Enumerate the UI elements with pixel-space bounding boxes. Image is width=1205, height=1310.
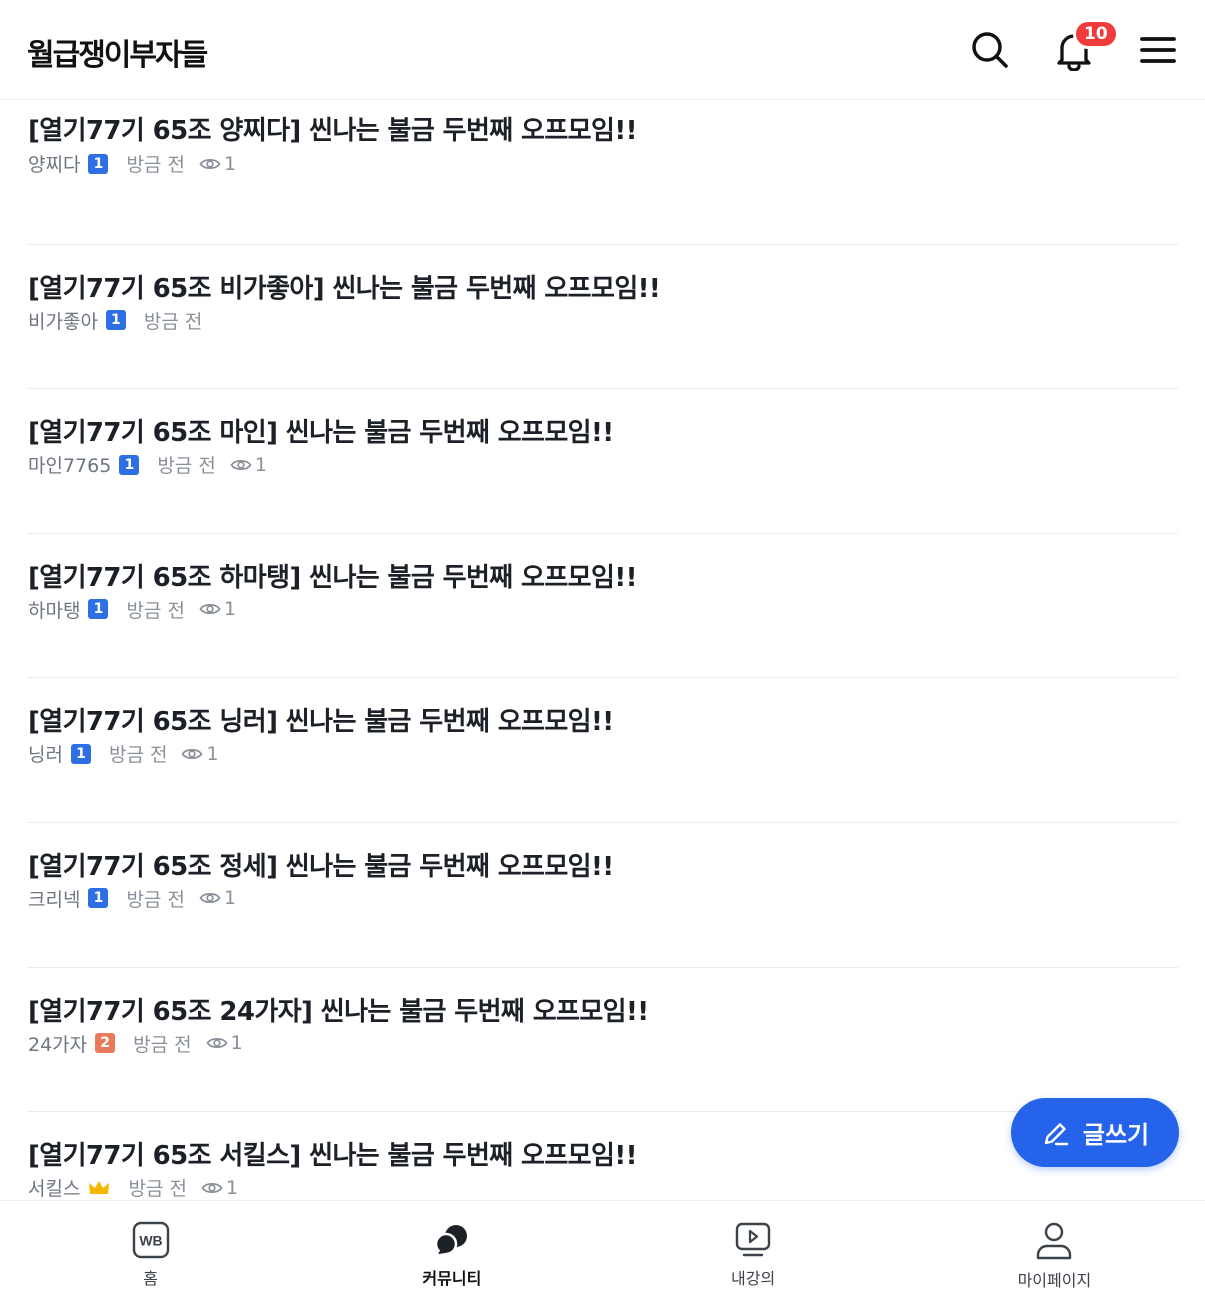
nav-home-label: 홈: [143, 1269, 158, 1288]
nav-home[interactable]: WB 홈: [0, 1201, 301, 1310]
write-post-label: 글쓰기: [1082, 1121, 1150, 1149]
pencil-icon: [1044, 1122, 1069, 1145]
hamburger-menu-icon[interactable]: [1134, 26, 1182, 74]
nav-community[interactable]: 커뮤니티: [301, 1201, 602, 1310]
post-view-count: 1: [223, 152, 237, 175]
post-item-content: [열기77기 65조 하마탱] 씬나는 불금 두번째 오프모임!! 하마탱 1 방금 …: [28, 534, 1178, 679]
post-view-count: 1: [254, 453, 267, 476]
post-item-content: [열기77기 65조 정세] 씬나는 불금 두번째 오프모임!! 크리넥 1 방금 전…: [28, 823, 1178, 968]
post-item[interactable]: [열기77기 65조 양찌다] 씬나는 불금 두번째 오프모임!! 양찌다 1 방금 …: [0, 100, 1205, 245]
post-meta: 서킬스 방금 전 1: [28, 1174, 238, 1200]
post-author[interactable]: 닝러: [28, 740, 63, 767]
post-meta: 마인7765 1 방금 전 1: [28, 451, 267, 478]
post-view-count: 1: [223, 598, 237, 621]
post-views: 1: [206, 1032, 243, 1054]
post-author[interactable]: 24가자: [28, 1030, 87, 1057]
nav-my-page[interactable]: 마이페이지: [904, 1201, 1205, 1310]
post-view-count: 1: [223, 887, 237, 910]
eye-icon: [206, 1038, 228, 1049]
post-time: 방금 전: [143, 310, 203, 333]
wb-home-icon: WB: [132, 1221, 169, 1259]
post-title[interactable]: [열기77기 65조 비가좋아] 씬나는 불금 두번째 오프모임!!: [28, 268, 661, 305]
post-author[interactable]: 하마탱: [28, 596, 80, 623]
notification-count-badge: 10: [1073, 19, 1119, 49]
post-item[interactable]: [열기77기 65조 닝러] 씬나는 불금 두번째 오프모임!! 닝러 1 방금 전 1: [0, 678, 1205, 823]
svg-text:WB: WB: [139, 1233, 162, 1249]
post-time: 방금 전: [126, 599, 185, 622]
post-item-content: [열기77기 65조 닝러] 씬나는 불금 두번째 오프모임!! 닝러 1 방금 전 1: [28, 678, 1178, 823]
crown-icon: [88, 1179, 110, 1197]
post-meta: 하마탱 1 방금 전 1: [28, 596, 236, 623]
post-views: 1: [201, 1177, 238, 1199]
post-author[interactable]: 크리넥: [28, 885, 80, 912]
post-title[interactable]: [열기77기 65조 서킬스] 씬나는 불금 두번째 오프모임!!: [28, 1135, 637, 1172]
eye-icon: [181, 748, 203, 759]
post-views: 1: [199, 887, 236, 909]
post-author[interactable]: 서킬스: [28, 1174, 80, 1200]
post-meta: 크리넥 1 방금 전 1: [28, 885, 236, 912]
post-meta: 24가자 2 방금 전 1: [28, 1030, 243, 1057]
post-item[interactable]: [열기77기 65조 마인] 씬나는 불금 두번째 오프모임!! 마인7765 1 방…: [0, 389, 1205, 534]
write-post-button[interactable]: 글쓰기: [1011, 1098, 1179, 1167]
post-view-count: 1: [206, 742, 219, 765]
post-title[interactable]: [열기77기 65조 마인] 씬나는 불금 두번째 오프모임!!: [28, 412, 614, 449]
eye-icon: [199, 604, 221, 615]
post-meta: 닝러 1 방금 전 1: [28, 740, 219, 767]
post-item[interactable]: [열기77기 65조 24가자] 씬나는 불금 두번째 오프모임!! 24가자 2 방…: [0, 968, 1205, 1113]
post-title[interactable]: [열기77기 65조 닝러] 씬나는 불금 두번째 오프모임!!: [28, 701, 614, 738]
community-icon: [434, 1225, 467, 1256]
post-views: 1: [181, 742, 219, 765]
eye-icon: [230, 459, 252, 470]
post-time: 방금 전: [128, 1178, 187, 1200]
post-time: 방금 전: [133, 1033, 192, 1056]
post-item-content: [열기77기 65조 24가자] 씬나는 불금 두번째 오프모임!! 24가자 2 방…: [28, 968, 1178, 1113]
level-badge: 1: [88, 599, 109, 620]
app-logo[interactable]: 월급쟁이부자들: [27, 30, 208, 74]
post-title[interactable]: [열기77기 65조 양찌다] 씬나는 불금 두번째 오프모임!!: [28, 110, 637, 147]
nav-my-page-label: 마이페이지: [1017, 1271, 1092, 1290]
post-item[interactable]: [열기77기 65조 하마탱] 씬나는 불금 두번째 오프모임!! 하마탱 1 방금 …: [0, 534, 1205, 679]
my-page-icon: [1037, 1222, 1072, 1260]
eye-icon: [201, 1182, 223, 1193]
post-title[interactable]: [열기77기 65조 하마탱] 씬나는 불금 두번째 오프모임!!: [28, 557, 637, 594]
post-meta: 비가좋아 1 방금 전: [28, 307, 202, 334]
post-author[interactable]: 마인7765: [28, 451, 111, 478]
eye-icon: [199, 893, 221, 904]
level-badge: 2: [95, 1033, 116, 1054]
nav-my-lecture-label: 내강의: [731, 1269, 776, 1288]
post-item[interactable]: [열기77기 65조 정세] 씬나는 불금 두번째 오프모임!! 크리넥 1 방금 전…: [0, 823, 1205, 968]
post-time: 방금 전: [157, 455, 216, 478]
post-feed: [열기77기 65조 양찌다] 씬나는 불금 두번째 오프모임!! 양찌다 1 방금 …: [0, 100, 1205, 1200]
post-title[interactable]: [열기77기 65조 24가자] 씬나는 불금 두번째 오프모임!!: [28, 991, 649, 1028]
post-title[interactable]: [열기77기 65조 정세] 씬나는 불금 두번째 오프모임!!: [28, 846, 614, 883]
bottom-navigation: WB 홈 커뮤니티 내강의 마이페이지: [0, 1200, 1205, 1310]
post-time: 방금 전: [108, 744, 168, 767]
post-views: 1: [230, 454, 267, 476]
post-item-content: [열기77기 65조 서킬스] 씬나는 불금 두번째 오프모임!! 서킬스 방금 전…: [28, 1112, 1178, 1200]
nav-my-lecture[interactable]: 내강의: [603, 1201, 904, 1310]
post-view-count: 1: [230, 1032, 243, 1055]
post-time: 방금 전: [126, 154, 185, 176]
level-badge: 1: [70, 743, 91, 764]
post-item-content: [열기77기 65조 비가좋아] 씬나는 불금 두번째 오프모임!! 비가좋아 1 방…: [28, 245, 1178, 390]
my-lecture-icon: [735, 1222, 771, 1257]
post-item[interactable]: [열기77기 65조 비가좋아] 씬나는 불금 두번째 오프모임!! 비가좋아 1 방…: [0, 245, 1205, 390]
level-badge: 1: [88, 888, 109, 909]
post-author[interactable]: 양찌다: [28, 150, 80, 177]
search-icon[interactable]: [966, 26, 1014, 74]
post-author[interactable]: 비가좋아: [28, 307, 98, 334]
post-view-count: 1: [225, 1176, 239, 1199]
post-views: 1: [199, 598, 236, 620]
level-badge: 1: [105, 310, 126, 331]
post-item-content: [열기77기 65조 양찌다] 씬나는 불금 두번째 오프모임!! 양찌다 1 방금 …: [28, 100, 1178, 245]
post-meta: 양찌다 1 방금 전 1: [28, 150, 236, 177]
nav-community-label: 커뮤니티: [422, 1269, 482, 1288]
top-header: 월급쟁이부자들 10: [0, 0, 1205, 100]
post-item-content: [열기77기 65조 마인] 씬나는 불금 두번째 오프모임!! 마인7765 1 방…: [28, 389, 1178, 534]
level-badge: 1: [119, 454, 140, 475]
post-views: 1: [199, 153, 236, 175]
eye-icon: [199, 158, 221, 169]
level-badge: 1: [88, 153, 109, 174]
post-time: 방금 전: [126, 888, 185, 911]
